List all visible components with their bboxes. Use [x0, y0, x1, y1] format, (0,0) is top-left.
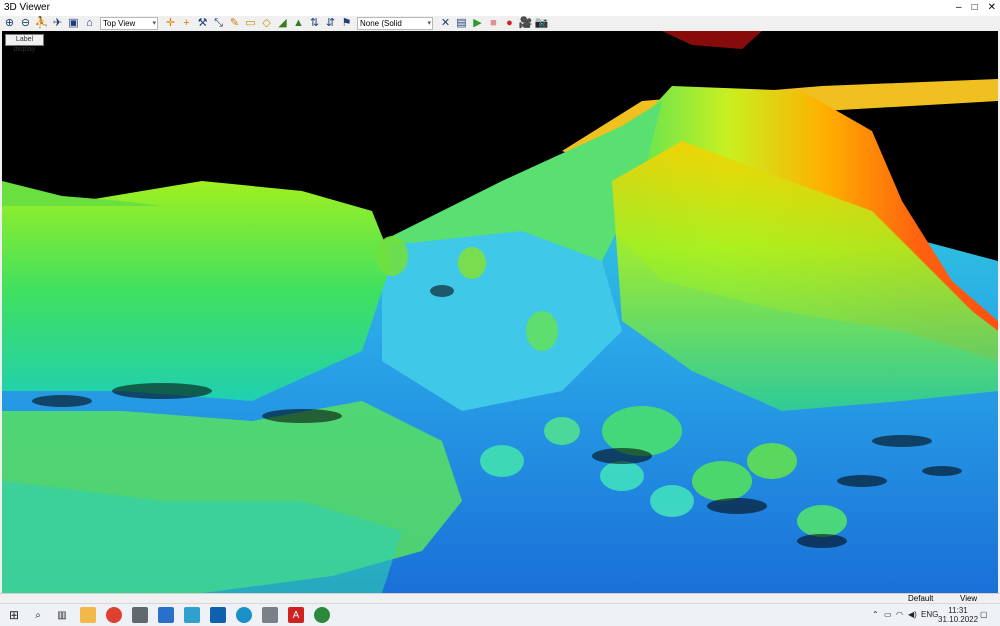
wifi-icon[interactable]: ◠	[896, 604, 903, 626]
stop-icon[interactable]: ■	[487, 17, 500, 30]
flag-icon[interactable]: ⚑	[340, 17, 353, 30]
point-cloud-viewport[interactable]: Label display	[2, 31, 998, 593]
pan-icon[interactable]: ✈	[51, 17, 64, 30]
view-select[interactable]: Top View ▾	[100, 17, 158, 30]
app-icon[interactable]	[262, 607, 278, 623]
chrome-icon[interactable]	[106, 607, 122, 623]
edge-icon[interactable]	[236, 607, 252, 623]
minimize-button[interactable]: –	[956, 0, 962, 16]
clock[interactable]: 11:31 31.10.2022	[938, 606, 978, 624]
calculator-icon[interactable]	[132, 607, 148, 623]
volume-icon[interactable]: ◀)	[908, 604, 917, 626]
outlook-icon[interactable]	[210, 607, 226, 623]
cancel-tool-icon[interactable]: ✕	[439, 17, 452, 30]
video-camera-icon[interactable]: 🎥	[519, 17, 533, 30]
profile-icon[interactable]: ◢	[276, 17, 289, 30]
viewer-toolbar: ⊕ ⊖ ⛹ ✈ ▣ ⌂ Top View ▾ ✛ + ⚒ ⤡ ✎ ▭ ◇ ◢ ▲…	[0, 16, 1000, 39]
camera-icon[interactable]: 📷	[535, 17, 549, 30]
terrain-icon[interactable]: ▲	[292, 17, 305, 30]
point-cloud-render	[2, 31, 998, 593]
maximize-button[interactable]: □	[972, 0, 978, 16]
crosshair-icon[interactable]: ✛	[164, 17, 177, 30]
tool-icon[interactable]: ⚒	[196, 17, 209, 30]
tray-chevron-icon[interactable]: ⌃	[872, 604, 879, 626]
zoom-out-icon[interactable]: ⊖	[19, 17, 32, 30]
walk-icon[interactable]: ⛹	[35, 17, 49, 30]
clock-date: 31.10.2022	[938, 615, 979, 624]
movie-icon[interactable]: ▤	[455, 17, 468, 30]
language-indicator[interactable]: ENG	[921, 604, 938, 626]
app-icon[interactable]	[314, 607, 330, 623]
mail-icon[interactable]	[184, 607, 200, 623]
network-icon[interactable]: ▭	[884, 604, 892, 626]
title-bar: 3D Viewer – □ ✕	[0, 0, 1000, 16]
app-icon[interactable]	[158, 607, 174, 623]
chevron-down-icon: ▾	[427, 20, 431, 27]
chevron-down-icon: ▾	[152, 20, 156, 27]
label-display-button[interactable]: Label display	[5, 34, 44, 53]
acrobat-icon[interactable]: A	[288, 607, 304, 623]
elevation-up-icon[interactable]: ⇅	[308, 17, 321, 30]
record-icon[interactable]: ●	[503, 17, 516, 30]
view-select-value: Top View	[103, 19, 136, 28]
clock-time: 11:31	[948, 606, 968, 615]
measure-icon[interactable]: ⤡	[212, 17, 225, 30]
task-view-icon[interactable]: ▥	[54, 607, 70, 623]
zoom-in-icon[interactable]: ⊕	[3, 17, 16, 30]
close-button[interactable]: ✕	[988, 0, 996, 16]
plus-icon[interactable]: +	[180, 17, 193, 30]
home-icon[interactable]: ⌂	[83, 17, 96, 30]
background-select[interactable]: None (Solid Background ▾	[357, 17, 433, 39]
eraser-icon[interactable]: ◇	[260, 17, 273, 30]
search-icon[interactable]: ⌕	[30, 607, 46, 623]
ruler-icon[interactable]: ▭	[244, 17, 257, 30]
notification-icon[interactable]: ▢	[980, 604, 988, 626]
windows-start-icon[interactable]: ⊞	[6, 607, 22, 623]
windows-taskbar: ⊞ ⌕ ▥ A ⌃ ▭ ◠ ◀) ENG 11:31 31.10.2022 ▢	[0, 603, 1000, 626]
fit-view-icon[interactable]: ▣	[67, 17, 80, 30]
window-controls: – □ ✕	[956, 0, 996, 16]
pencil-icon[interactable]: ✎	[228, 17, 241, 30]
window-title: 3D Viewer	[4, 2, 50, 13]
elevation-down-icon[interactable]: ⇵	[324, 17, 337, 30]
file-explorer-icon[interactable]	[80, 607, 96, 623]
play-icon[interactable]: ▶	[471, 17, 484, 30]
